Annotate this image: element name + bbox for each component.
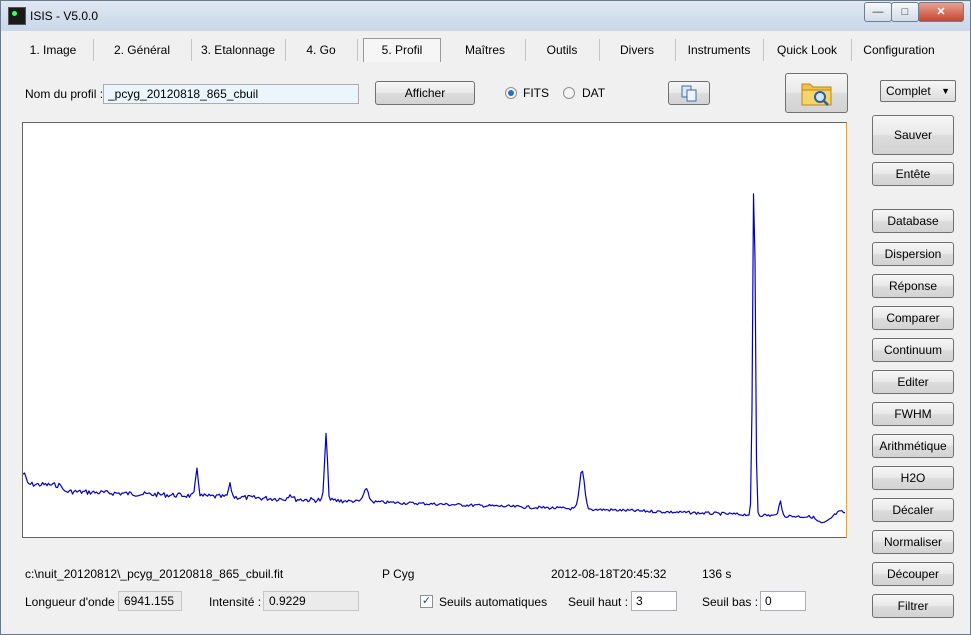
- spectrum-svg: [23, 193, 845, 524]
- reponse-button[interactable]: Réponse: [872, 274, 954, 298]
- mode-select-value: Complet: [886, 84, 931, 98]
- show-button[interactable]: Afficher: [375, 81, 475, 105]
- tab-image[interactable]: 1. Image: [13, 39, 94, 61]
- wavelength-label: Longueur d'onde :: [25, 595, 122, 609]
- dat-radio[interactable]: [563, 87, 575, 99]
- decaler-button[interactable]: Décaler: [872, 498, 954, 522]
- object-name: P Cyg: [382, 567, 415, 581]
- main-window: ISIS - V5.0.0 — □ ✕ 1. Image 2. Général …: [0, 0, 971, 635]
- entete-button[interactable]: Entête: [872, 162, 954, 186]
- filtrer-button[interactable]: Filtrer: [872, 594, 954, 618]
- auto-threshold-checkbox[interactable]: ✓: [420, 595, 433, 608]
- high-threshold-input[interactable]: [631, 591, 677, 611]
- tab-outils[interactable]: Outils: [525, 39, 600, 61]
- tab-maitres[interactable]: Maîtres: [445, 39, 526, 61]
- tab-general[interactable]: 2. Général: [93, 39, 192, 61]
- profile-name-label: Nom du profil :: [25, 87, 104, 101]
- spectrum-plot[interactable]: [22, 122, 847, 538]
- tab-etalonnage[interactable]: 3. Etalonnage: [191, 39, 286, 61]
- low-threshold-input[interactable]: [760, 591, 806, 611]
- high-threshold-label: Seuil haut :: [568, 595, 629, 609]
- copy-button[interactable]: [668, 81, 710, 105]
- arithmetique-button[interactable]: Arithmétique: [872, 434, 954, 458]
- editer-button[interactable]: Editer: [872, 370, 954, 394]
- fits-label: FITS: [523, 86, 549, 100]
- tab-profil[interactable]: 5. Profil: [363, 38, 441, 62]
- intensity-label: Intensité :: [209, 595, 262, 609]
- dat-label: DAT: [582, 86, 606, 100]
- restore-button[interactable]: □: [891, 2, 919, 22]
- tab-quick-look[interactable]: Quick Look: [763, 39, 852, 61]
- comparer-button[interactable]: Comparer: [872, 306, 954, 330]
- window-title: ISIS - V5.0.0: [30, 9, 99, 23]
- fits-radio[interactable]: [505, 87, 517, 99]
- intensity-value: 0.9229: [263, 591, 359, 611]
- close-button[interactable]: ✕: [918, 2, 964, 22]
- dispersion-button[interactable]: Dispersion: [872, 242, 954, 266]
- tab-instruments[interactable]: Instruments: [675, 39, 764, 61]
- isis-app-icon: [8, 7, 26, 25]
- wavelength-value: 6941.155: [118, 591, 182, 611]
- database-button[interactable]: Database: [872, 209, 954, 233]
- low-threshold-label: Seuil bas :: [702, 595, 759, 609]
- tab-go[interactable]: 4. Go: [285, 39, 358, 61]
- title-bar[interactable]: ISIS - V5.0.0 — □ ✕: [1, 1, 970, 31]
- tab-divers[interactable]: Divers: [599, 39, 676, 61]
- dropdown-arrow-icon: ▼: [941, 86, 950, 96]
- h2o-button[interactable]: H2O: [872, 466, 954, 490]
- observation-date: 2012-08-18T20:45:32: [551, 567, 667, 581]
- open-folder-button[interactable]: [785, 73, 848, 113]
- profile-name-input[interactable]: [103, 84, 359, 104]
- sauver-button[interactable]: Sauver: [872, 115, 954, 155]
- decouper-button[interactable]: Découper: [872, 562, 954, 586]
- tab-configuration[interactable]: Configuration: [851, 39, 947, 61]
- continuum-button[interactable]: Continuum: [872, 338, 954, 362]
- auto-threshold-label: Seuils automatiques: [439, 595, 548, 609]
- copy-icon: [681, 85, 697, 102]
- normaliser-button[interactable]: Normaliser: [872, 530, 954, 554]
- minimize-button[interactable]: —: [864, 2, 892, 22]
- mode-select[interactable]: Complet ▼: [880, 80, 956, 102]
- exposure-time: 136 s: [702, 567, 732, 581]
- tab-bar: 1. Image 2. Général 3. Etalonnage 4. Go …: [13, 38, 957, 63]
- folder-search-icon: [801, 83, 832, 106]
- fwhm-button[interactable]: FWHM: [872, 402, 954, 426]
- file-path: c:\nuit_20120812\_pcyg_20120818_865_cbui…: [25, 567, 284, 581]
- spectrum-line: [23, 193, 845, 524]
